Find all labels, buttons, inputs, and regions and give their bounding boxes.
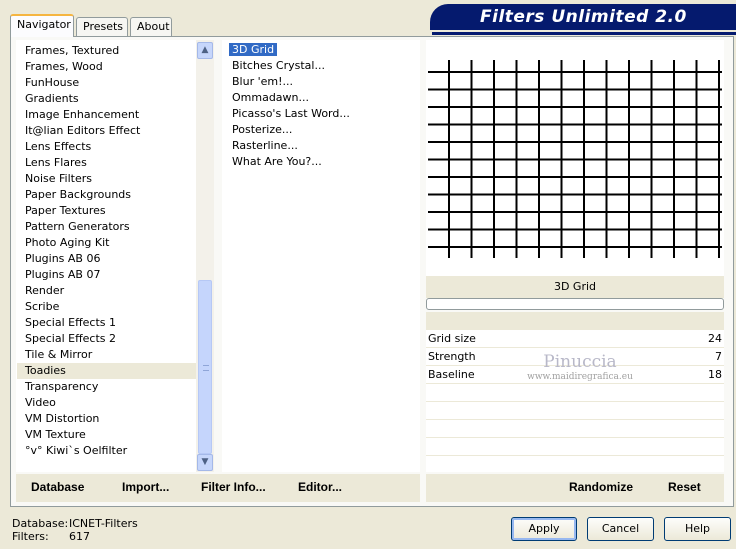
editor-button[interactable]: Editor... [298, 480, 342, 494]
category-item[interactable]: Special Effects 1 [17, 315, 213, 331]
category-item[interactable]: Video [17, 395, 213, 411]
category-item[interactable]: Scribe [17, 299, 213, 315]
filter-item[interactable]: Blur 'em!... [222, 74, 420, 90]
category-item[interactable]: Noise Filters [17, 171, 213, 187]
category-item[interactable]: Paper Backgrounds [17, 187, 213, 203]
category-item[interactable]: Pattern Generators [17, 219, 213, 235]
filter-item-label: What Are You?... [232, 155, 322, 168]
spacer [426, 312, 724, 330]
category-item[interactable]: Plugins AB 07 [17, 267, 213, 283]
category-item[interactable]: Lens Flares [17, 155, 213, 171]
tab-navigator[interactable]: Navigator [10, 14, 74, 37]
scrollbar-thumb[interactable] [198, 280, 212, 454]
filter-item-label: 3D Grid [229, 43, 278, 56]
filter-item-label: Picasso's Last Word... [232, 107, 350, 120]
grip-icon [203, 365, 209, 371]
category-item[interactable]: Transparency [17, 379, 213, 395]
status-database-value: ICNET-Filters [69, 517, 138, 530]
category-item[interactable]: VM Texture [17, 427, 213, 443]
tab-presets[interactable]: Presets [76, 17, 128, 36]
status-filters-label: Filters: [12, 530, 49, 543]
status-database: Database:ICNET-Filters [12, 517, 138, 530]
param-name: Baseline [428, 368, 475, 381]
filter-item[interactable]: Posterize... [222, 122, 420, 138]
filter-item-label: Posterize... [232, 123, 293, 136]
category-item[interactable]: It@lian Editors Effect [17, 123, 213, 139]
cancel-button[interactable]: Cancel [587, 517, 654, 541]
category-item[interactable]: °v° Kiwi`s Oelfilter [17, 443, 213, 459]
app-logo: Filters Unlimited 2.0 [430, 4, 736, 30]
param-value: 24 [708, 332, 722, 345]
reset-button[interactable]: Reset [668, 480, 701, 494]
tab-about[interactable]: About [130, 17, 172, 36]
category-item[interactable]: Special Effects 2 [17, 331, 213, 347]
apply-button[interactable]: Apply [511, 517, 577, 541]
arrow-up-icon[interactable]: ▲ [197, 42, 213, 59]
category-item[interactable]: Toadies [17, 363, 213, 379]
database-button[interactable]: Database [31, 480, 84, 494]
filter-item[interactable]: Ommadawn... [222, 90, 420, 106]
preview-filter-name: 3D Grid [426, 276, 724, 298]
randomize-button[interactable]: Randomize [569, 480, 633, 494]
param-name: Grid size [428, 332, 476, 345]
category-scrollbar[interactable]: ▲ ▼ [196, 40, 214, 472]
category-item[interactable]: Lens Effects [17, 139, 213, 155]
param-row-empty [426, 438, 724, 456]
category-item[interactable]: Photo Aging Kit [17, 235, 213, 251]
param-row[interactable]: Strength 7 [426, 348, 724, 366]
status-filters-value: 617 [69, 530, 90, 543]
param-row-empty [426, 420, 724, 438]
category-item[interactable]: Tile & Mirror [17, 347, 213, 363]
param-value: 7 [715, 350, 722, 363]
preview-area [426, 40, 724, 276]
filter-item-label: Rasterline... [232, 139, 298, 152]
filter-item-label: Blur 'em!... [232, 75, 293, 88]
filter-item[interactable]: 3D Grid [222, 42, 420, 58]
filter-item-label: Ommadawn... [232, 91, 310, 104]
param-row[interactable]: Baseline 18 [426, 366, 724, 384]
status-database-label: Database: [12, 517, 69, 530]
category-list[interactable]: Frames, Textured Frames, Wood FunHouse Grad… [16, 40, 214, 472]
import-button[interactable]: Import... [122, 480, 169, 494]
category-item[interactable]: Gradients [17, 91, 213, 107]
param-row-empty [426, 384, 724, 402]
filter-item[interactable]: Bitches Crystal... [222, 58, 420, 74]
status-filters: Filters: 617 [12, 530, 90, 543]
filter-list[interactable]: 3D Grid Bitches Crystal... Blur 'em!... Omm… [222, 40, 420, 472]
category-item[interactable]: Render [17, 283, 213, 299]
category-item[interactable]: FunHouse [17, 75, 213, 91]
arrow-down-icon[interactable]: ▼ [197, 454, 213, 471]
filter-item[interactable]: Picasso's Last Word... [222, 106, 420, 122]
category-item[interactable]: Frames, Textured [17, 43, 213, 59]
grid-preview-image [428, 60, 722, 258]
category-item[interactable]: Image Enhancement [17, 107, 213, 123]
param-value: 18 [708, 368, 722, 381]
param-row[interactable]: Grid size 24 [426, 330, 724, 348]
category-item[interactable]: Plugins AB 06 [17, 251, 213, 267]
param-name: Strength [428, 350, 476, 363]
category-item[interactable]: Frames, Wood [17, 59, 213, 75]
category-item[interactable]: VM Distortion [17, 411, 213, 427]
help-button[interactable]: Help [664, 517, 731, 541]
filter-info-button[interactable]: Filter Info... [201, 480, 266, 494]
progress-bar [426, 298, 724, 310]
filter-item[interactable]: What Are You?... [222, 154, 420, 170]
param-row-empty [426, 402, 724, 420]
category-item[interactable]: Paper Textures [17, 203, 213, 219]
filter-item-label: Bitches Crystal... [232, 59, 325, 72]
filter-item[interactable]: Rasterline... [222, 138, 420, 154]
logo-underline [432, 32, 736, 35]
parameter-panel: Grid size 24 Strength 7 Baseline 18 [426, 330, 724, 472]
